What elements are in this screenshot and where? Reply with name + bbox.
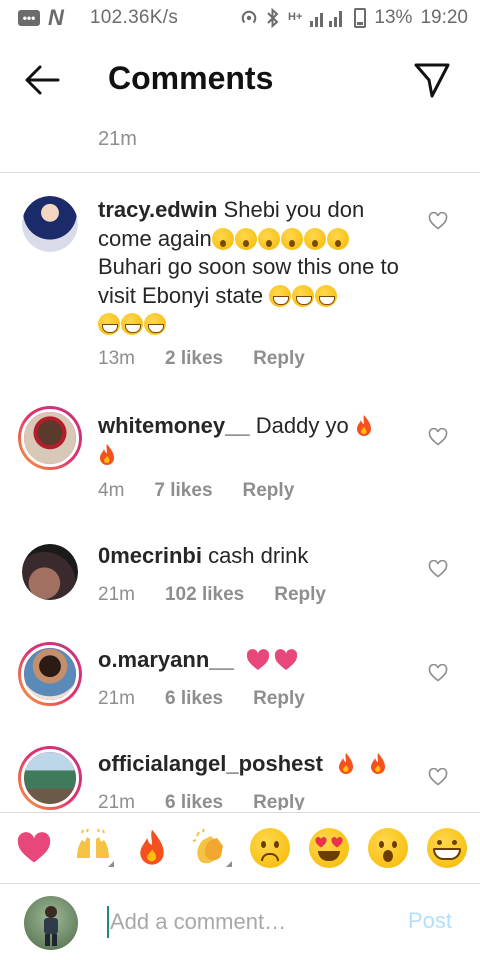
comment-username[interactable]: officialangel_poshest xyxy=(98,751,323,776)
comment-meta: 21m 6 likes Reply xyxy=(98,688,305,710)
network-type-label: H+ xyxy=(288,11,303,23)
fire-emoji xyxy=(371,753,386,774)
heart-emoji xyxy=(246,649,269,670)
battery-percentage: 13% xyxy=(374,7,413,28)
heart-eyes-emoji-icon xyxy=(308,828,349,868)
comment-username[interactable]: o.maryann__ xyxy=(98,647,234,672)
comments-list[interactable]: tracy.edwin Shebi you don come again Buh… xyxy=(0,190,480,810)
avatar[interactable] xyxy=(18,406,82,470)
avatar[interactable] xyxy=(22,544,78,600)
clapping-hands-emoji-button[interactable] xyxy=(190,827,232,869)
text-cursor xyxy=(107,906,109,938)
reply-button[interactable]: Reply xyxy=(274,584,326,606)
comment-time: 4m xyxy=(98,480,125,501)
fire-emoji xyxy=(356,415,371,436)
comment-username[interactable]: whitemoney__ xyxy=(98,413,250,438)
reply-button[interactable]: Reply xyxy=(253,792,305,810)
comment-text: tracy.edwin Shebi you don come again Buh… xyxy=(98,196,408,339)
like-heart-icon[interactable] xyxy=(428,560,448,578)
comment-meta: 4m 7 likes Reply xyxy=(98,480,294,502)
clock: 19:20 xyxy=(420,7,468,28)
comment-message-continued: Buhari go soon sow this one to visit Ebo… xyxy=(98,254,399,308)
comment-likes[interactable]: 2 likes xyxy=(165,348,223,370)
surprised-face-emoji-button[interactable] xyxy=(367,827,409,869)
comment-likes[interactable]: 6 likes xyxy=(165,688,223,710)
comment-message: Daddy yo xyxy=(255,413,349,438)
surprised-emoji-group xyxy=(211,226,350,251)
fire-emoji-icon xyxy=(139,829,164,865)
comment-text: 0mecrinbi cash drink xyxy=(98,542,408,571)
avatar[interactable] xyxy=(18,642,82,706)
comment-time: 21m xyxy=(98,792,135,810)
comment-text: whitemoney__ Daddy yo xyxy=(98,412,408,469)
reply-button[interactable]: Reply xyxy=(243,480,295,502)
comment-username[interactable]: 0mecrinbi xyxy=(98,543,202,568)
reply-button[interactable]: Reply xyxy=(253,688,305,710)
bluetooth-icon xyxy=(267,8,279,28)
comment-input[interactable] xyxy=(110,904,390,940)
grinning-face-emoji-icon xyxy=(426,828,467,868)
sad-face-emoji-button[interactable] xyxy=(249,827,291,869)
sad-face-emoji-icon xyxy=(249,828,290,868)
like-heart-icon[interactable] xyxy=(428,768,448,786)
comment-username[interactable]: tracy.edwin xyxy=(98,197,217,222)
raising-hands-emoji-icon xyxy=(76,828,109,858)
comment-time: 21m xyxy=(98,584,135,605)
comment-text: o.maryann__ xyxy=(98,646,408,675)
comment-time: 21m xyxy=(98,688,135,709)
comment-time: 13m xyxy=(98,348,135,369)
skin-tone-indicator xyxy=(107,861,114,867)
heart-emoji-icon xyxy=(17,832,50,863)
avatar[interactable] xyxy=(18,746,82,810)
fire-emoji xyxy=(100,443,114,465)
comment-likes[interactable]: 7 likes xyxy=(154,480,212,502)
emoji-quick-bar xyxy=(0,812,480,884)
fire-emoji-button[interactable] xyxy=(131,827,173,869)
heart-eyes-emoji-button[interactable] xyxy=(308,827,350,869)
comment-likes[interactable]: 6 likes xyxy=(165,792,223,810)
surprised-face-emoji-icon xyxy=(367,828,408,868)
like-heart-icon[interactable] xyxy=(428,428,448,446)
fire-emoji xyxy=(339,753,354,774)
status-bar: ••• N 102.36K/s H+ 13% 19:20 xyxy=(0,0,480,36)
heart-emoji-button[interactable] xyxy=(13,827,55,869)
comment-likes[interactable]: 102 likes xyxy=(165,584,244,606)
comment-message: cash drink xyxy=(208,543,309,568)
post-button[interactable]: Post xyxy=(408,908,452,934)
divider xyxy=(0,172,480,173)
skin-tone-indicator xyxy=(225,861,232,867)
like-heart-icon[interactable] xyxy=(428,664,448,682)
previous-comment-timestamp: 21m xyxy=(98,128,137,150)
comment-meta: 21m 102 likes Reply xyxy=(98,584,326,606)
heart-emoji xyxy=(274,649,297,670)
comment-text: officialangel_poshest xyxy=(98,750,408,779)
comment-meta: 13m 2 likes Reply xyxy=(98,348,305,370)
page-title: Comments xyxy=(108,60,274,96)
avatar[interactable] xyxy=(22,196,78,252)
grinning-face-emoji-button[interactable] xyxy=(426,827,468,869)
comment-composer: Post xyxy=(0,886,480,960)
app-notification-icon: N xyxy=(48,5,64,30)
clapping-hands-emoji-icon xyxy=(192,828,223,864)
like-heart-icon[interactable] xyxy=(428,212,448,230)
battery-icon xyxy=(354,8,367,28)
network-speed: 102.36K/s xyxy=(89,7,179,28)
reply-button[interactable]: Reply xyxy=(253,348,305,370)
signal-icon xyxy=(310,11,343,27)
comments-header: Comments xyxy=(0,44,480,116)
my-avatar xyxy=(24,896,78,950)
raising-hands-emoji-button[interactable] xyxy=(72,827,114,869)
back-arrow-icon[interactable] xyxy=(22,62,62,98)
hotspot-icon xyxy=(241,10,257,24)
message-notification-icon: ••• xyxy=(18,10,40,26)
send-icon[interactable] xyxy=(412,60,452,100)
comment-meta: 21m 6 likes Reply xyxy=(98,792,305,810)
